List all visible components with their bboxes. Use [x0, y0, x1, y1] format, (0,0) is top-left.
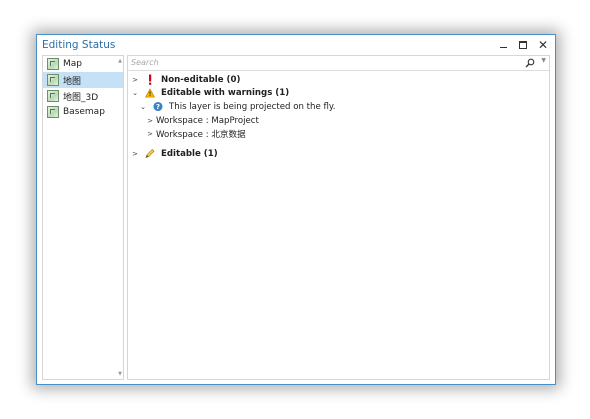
- map-icon: [47, 90, 59, 102]
- workspace-label: Workspace : MapProject: [156, 115, 259, 126]
- scroll-up-arrow-icon[interactable]: ▲: [118, 58, 122, 64]
- maximize-button[interactable]: [515, 38, 531, 52]
- chevron-right-icon[interactable]: >: [131, 150, 139, 158]
- error-exclamation-icon: [145, 74, 155, 85]
- map-list-item[interactable]: Basemap: [43, 104, 123, 120]
- tree-node-label: Non-editable (0): [161, 74, 241, 85]
- search-options-chevron-icon[interactable]: ▼: [541, 57, 546, 64]
- chevron-down-icon[interactable]: ⌄: [131, 89, 139, 97]
- scroll-down-arrow-icon[interactable]: ▼: [118, 371, 122, 377]
- window-title: Editing Status: [42, 39, 116, 51]
- tree-node-label: Editable (1): [161, 148, 218, 159]
- map-list-item[interactable]: Map: [43, 56, 123, 72]
- pencil-edit-icon: [145, 149, 155, 159]
- tree-node-warning-message[interactable]: ⌄ ? This layer is being projected on the…: [139, 100, 336, 113]
- warning-triangle-icon: [145, 87, 155, 98]
- map-item-label: Map: [63, 59, 82, 69]
- map-item-label: 地图_3D: [63, 92, 99, 103]
- tree-node-workspace[interactable]: > Workspace : MapProject: [146, 114, 259, 127]
- minimize-button[interactable]: [495, 38, 511, 52]
- tree-node-warnings[interactable]: ⌄ Editable with warnings (1): [131, 86, 289, 99]
- chevron-right-icon[interactable]: >: [146, 117, 154, 125]
- search-bar: ▼: [128, 56, 549, 71]
- tree-node-non-editable[interactable]: > Non-editable (0): [131, 73, 240, 86]
- map-list-item[interactable]: 地图: [43, 72, 123, 88]
- map-icon: [47, 106, 59, 118]
- editing-status-window: Editing Status ✕ Map 地图 地图_3D Basemap ▲ …: [36, 34, 556, 385]
- chevron-down-icon[interactable]: ⌄: [139, 103, 147, 111]
- status-panel: ▼ > Non-editable (0) ⌄ Editable with war…: [127, 55, 550, 380]
- map-item-label: Basemap: [63, 107, 105, 117]
- chevron-right-icon[interactable]: >: [131, 76, 139, 84]
- chevron-right-icon[interactable]: >: [146, 130, 154, 138]
- close-button[interactable]: ✕: [535, 38, 551, 52]
- close-icon: ✕: [537, 38, 549, 52]
- tree-node-editable[interactable]: > Editable (1): [131, 147, 218, 160]
- tree-node-workspace[interactable]: > Workspace : 北京数据: [146, 127, 246, 140]
- svg-text:?: ?: [156, 102, 160, 111]
- search-icon[interactable]: [525, 58, 535, 68]
- title-bar[interactable]: Editing Status ✕: [37, 35, 555, 55]
- minimize-icon: [499, 47, 507, 48]
- info-question-icon: ?: [153, 101, 163, 112]
- maximize-icon: [519, 41, 527, 49]
- map-item-label: 地图: [63, 76, 82, 87]
- map-icon: [47, 74, 59, 86]
- map-list[interactable]: Map 地图 地图_3D Basemap ▲ ▼: [42, 55, 124, 380]
- tree-node-label: Editable with warnings (1): [161, 87, 290, 98]
- map-list-item[interactable]: 地图_3D: [43, 88, 123, 104]
- warning-message-text: This layer is being projected on the fly…: [169, 101, 336, 112]
- workspace-label: Workspace : 北京数据: [156, 129, 246, 140]
- map-icon: [47, 58, 59, 70]
- search-input[interactable]: [131, 57, 511, 68]
